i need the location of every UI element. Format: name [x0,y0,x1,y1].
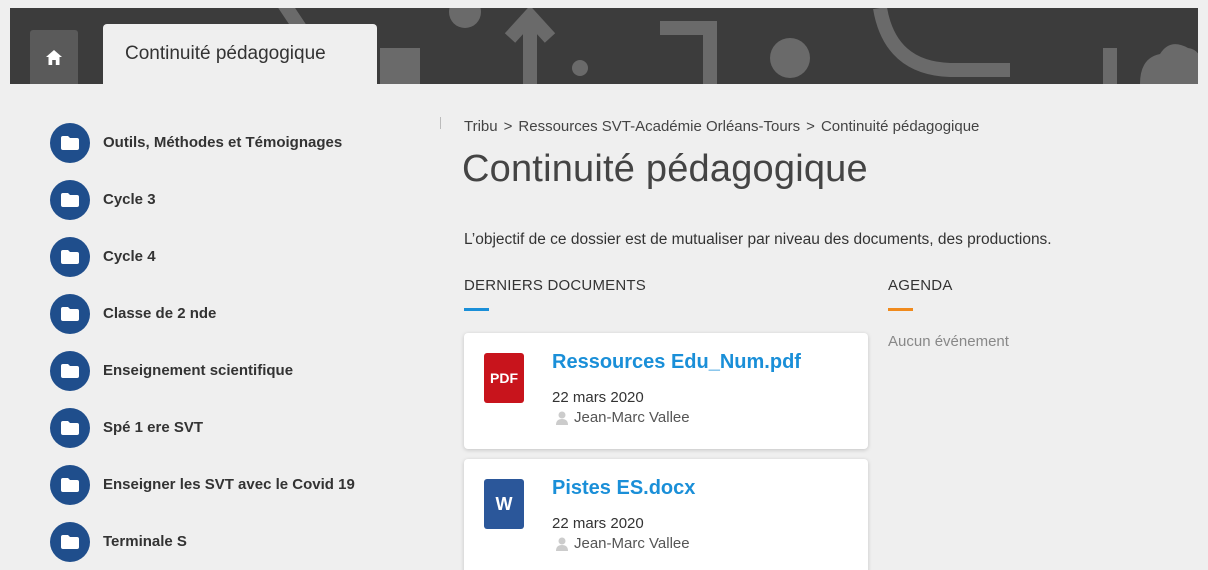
sidebar-item-cycle-4[interactable]: Cycle 4 [50,228,430,285]
breadcrumb-link-ressources-svt[interactable]: Ressources SVT-Académie Orléans-Tours [518,118,800,135]
divider [440,117,441,129]
tab-continuite-pedagogique[interactable]: Continuité pédagogique [103,24,377,84]
word-file-icon: W [484,479,524,529]
folder-icon [50,293,90,334]
home-icon [46,49,62,65]
sidebar-item-label: Outils, Méthodes et Témoignages [103,134,343,151]
agenda-empty-message: Aucun événement [888,333,1009,350]
sidebar-item-classe-2nde[interactable]: Classe de 2 nde [50,285,430,342]
home-tab[interactable] [30,30,78,84]
breadcrumb-link-tribu[interactable]: Tribu [464,118,498,135]
document-card[interactable]: W Pistes ES.docx 22 mars 2020 Jean-Marc … [464,459,868,570]
sidebar-item-label: Terminale S [103,533,187,550]
sidebar-item-label: Spé 1 ere SVT [103,419,204,436]
document-title-link[interactable]: Ressources Edu_Num.pdf [552,351,801,374]
document-author: Jean-Marc Vallee [556,409,690,426]
agenda-heading-underline [888,308,913,311]
sidebar-item-label: Enseignement scientifique [103,362,294,379]
folder-icon [50,521,90,562]
breadcrumb-separator: > [503,118,513,135]
sidebar-item-label: Cycle 4 [103,248,156,265]
document-date: 22 mars 2020 [552,389,644,406]
sidebar-item-label: Cycle 3 [103,191,156,208]
folder-icon [50,407,90,448]
documents-heading: DERNIERS DOCUMENTS [464,277,646,294]
pdf-file-icon: PDF [484,353,524,403]
document-date: 22 mars 2020 [552,515,644,532]
document-card[interactable]: PDF Ressources Edu_Num.pdf 22 mars 2020 … [464,333,868,449]
folder-icon [50,464,90,505]
page-description: L’objectif de ce dossier est de mutualis… [464,231,1052,248]
sidebar: Outils, Méthodes et Témoignages Cycle 3 … [50,114,430,570]
sidebar-item-cycle-3[interactable]: Cycle 3 [50,171,430,228]
user-icon [556,537,568,551]
folder-icon [50,350,90,391]
user-icon [556,411,568,425]
page-title: Continuité pédagogique [462,148,868,190]
header-banner: Continuité pédagogique [10,8,1198,84]
breadcrumb-current: Continuité pédagogique [820,118,980,135]
document-author-name: Jean-Marc Vallee [574,535,690,552]
folder-icon [50,122,90,163]
sidebar-item-label: Classe de 2 nde [103,305,217,322]
document-author-name: Jean-Marc Vallee [574,409,690,426]
sidebar-item-spe-1ere-svt[interactable]: Spé 1 ere SVT [50,399,430,456]
section-tab-label: Continuité pédagogique [125,43,326,64]
sidebar-item-terminale-s[interactable]: Terminale S [50,513,430,570]
document-title-link[interactable]: Pistes ES.docx [552,477,695,500]
breadcrumb-separator: > [806,118,815,135]
folder-icon [50,236,90,277]
folder-icon [50,179,90,220]
sidebar-item-covid-19[interactable]: Enseigner les SVT avec le Covid 19 [50,456,430,513]
sidebar-item-outils[interactable]: Outils, Méthodes et Témoignages [50,114,430,171]
document-author: Jean-Marc Vallee [556,535,690,552]
breadcrumb: Tribu > Ressources SVT-Académie Orléans-To… [464,118,979,135]
documents-heading-underline [464,308,489,311]
agenda-heading: AGENDA [888,277,953,294]
sidebar-item-label: Enseigner les SVT avec le Covid 19 [103,476,355,493]
sidebar-item-enseignement-scientifique[interactable]: Enseignement scientifique [50,342,430,399]
